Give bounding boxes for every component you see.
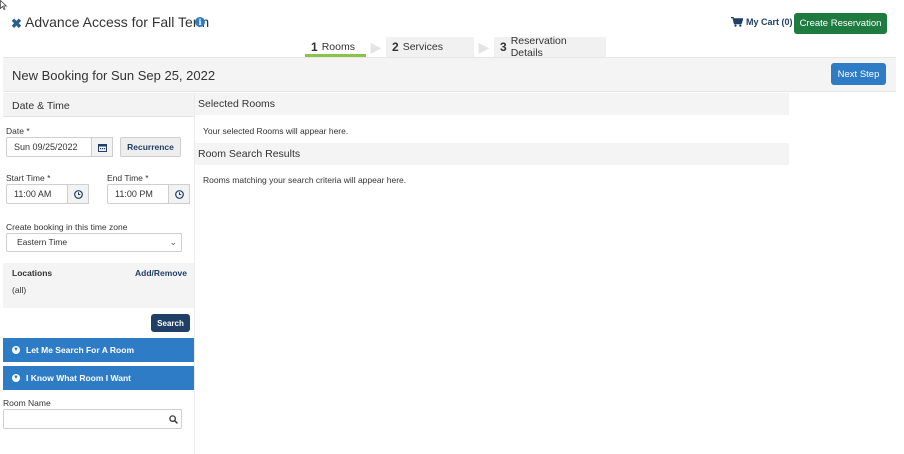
info-icon[interactable]: i xyxy=(195,17,205,27)
step-number: 1 xyxy=(311,40,318,54)
step-number: 2 xyxy=(392,40,399,54)
search-icon[interactable] xyxy=(169,415,178,424)
date-label: Date * xyxy=(6,126,30,136)
step-rooms[interactable]: 1 Rooms xyxy=(305,37,366,57)
timezone-value: Eastern Time xyxy=(17,237,68,247)
chevron-circle-icon: ▼ xyxy=(12,374,20,382)
search-button[interactable]: Search xyxy=(151,314,190,332)
let-me-search-accordion[interactable]: ▼ Let Me Search For A Room xyxy=(3,338,194,362)
close-icon[interactable]: ✖ xyxy=(11,16,22,32)
locations-box: Locations Add/Remove (all) xyxy=(3,263,194,308)
locations-value: (all) xyxy=(12,285,27,295)
booking-title: New Booking for Sun Sep 25, 2022 xyxy=(12,68,216,83)
step-services[interactable]: 2 Services xyxy=(386,37,474,57)
chevron-down-icon: ⌄ xyxy=(169,237,177,247)
accordion-label: Let Me Search For A Room xyxy=(26,345,134,355)
step-arrow-icon: ▶ xyxy=(366,37,386,57)
selected-rooms-header: Selected Rooms xyxy=(195,93,789,115)
end-time-picker-button[interactable] xyxy=(168,184,190,204)
accordion-label: I Know What Room I Want xyxy=(26,373,131,383)
step-arrow-icon: ▶ xyxy=(474,37,494,57)
step-label: Rooms xyxy=(321,41,355,53)
section-title: Date & Time xyxy=(12,100,70,112)
next-step-button[interactable]: Next Step xyxy=(831,63,886,85)
my-cart-label: My Cart (0) xyxy=(746,17,793,27)
room-search-results-title: Room Search Results xyxy=(198,148,301,160)
step-wizard: 1 Rooms ▶ 2 Services ▶ 3 Reservation Det… xyxy=(305,35,606,59)
timezone-label: Create booking in this time zone xyxy=(6,222,128,232)
calendar-icon xyxy=(97,143,107,152)
i-know-room-accordion[interactable]: ▼ I Know What Room I Want xyxy=(3,366,194,390)
add-remove-link[interactable]: Add/Remove xyxy=(135,268,187,278)
room-name-input[interactable] xyxy=(3,409,182,429)
step-number: 3 xyxy=(500,40,507,54)
recurrence-button[interactable]: Recurrence xyxy=(120,137,181,157)
clock-icon xyxy=(174,189,184,199)
my-cart-link[interactable]: My Cart (0) xyxy=(731,17,793,27)
clock-icon xyxy=(73,189,83,199)
room-search-results-message: Rooms matching your search criteria will… xyxy=(203,175,407,185)
step-reservation-details[interactable]: 3 Reservation Details xyxy=(494,35,606,59)
end-time-label: End Time * xyxy=(107,173,149,183)
selected-rooms-title: Selected Rooms xyxy=(198,98,276,110)
end-time-input[interactable]: 11:00 PM xyxy=(107,184,169,204)
cart-icon xyxy=(731,17,743,27)
room-search-results-header: Room Search Results xyxy=(195,143,789,165)
left-panel: Date & Time Date * Sun 09/25/2022 Recurr… xyxy=(3,93,194,454)
locations-label: Locations xyxy=(12,268,53,278)
timezone-select[interactable]: Eastern Time ⌄ xyxy=(6,233,182,252)
step-label: Services xyxy=(402,41,443,53)
chevron-circle-icon: ▼ xyxy=(12,346,20,354)
selected-rooms-message: Your selected Rooms will appear here. xyxy=(203,126,349,136)
booking-bar: New Booking for Sun Sep 25, 2022 Next St… xyxy=(3,57,896,92)
date-input[interactable]: Sun 09/25/2022 xyxy=(6,137,92,157)
start-time-input[interactable]: 11:00 AM xyxy=(6,184,68,204)
step-label: Reservation Details xyxy=(510,35,567,59)
page-title: Advance Access for Fall Term xyxy=(25,14,210,30)
start-time-label: Start Time * xyxy=(6,173,51,183)
calendar-button[interactable] xyxy=(91,137,113,157)
date-time-header: Date & Time xyxy=(3,93,194,117)
start-time-picker-button[interactable] xyxy=(67,184,89,204)
create-reservation-button[interactable]: Create Reservation xyxy=(794,13,887,34)
room-name-label: Room Name xyxy=(3,398,51,408)
